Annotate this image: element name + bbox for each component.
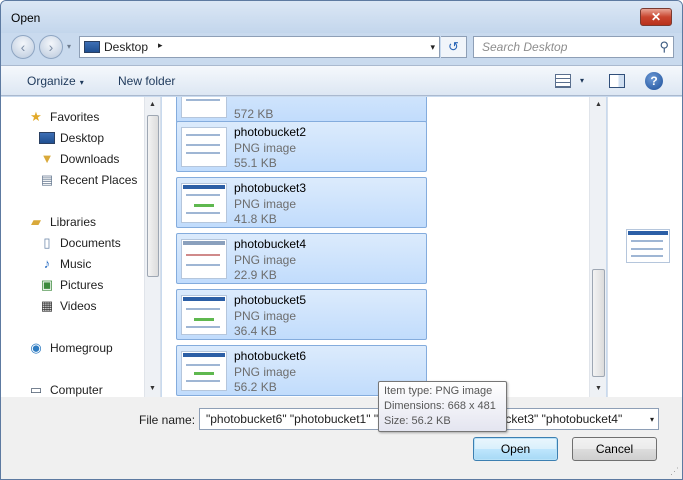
help-icon[interactable]: ? <box>645 72 663 90</box>
computer-icon: ▭ <box>29 382 43 397</box>
file-thumbnail <box>181 351 227 391</box>
search-icon[interactable]: ⚲ <box>659 39 669 55</box>
organize-menu[interactable]: Organize ▾ <box>27 74 84 88</box>
file-item[interactable]: photobucket4 PNG image 22.9 KB <box>176 233 427 284</box>
tooltip-size: Size: 56.2 KB <box>384 415 451 427</box>
cancel-button[interactable]: Cancel <box>572 437 657 461</box>
back-button[interactable]: ‹ <box>11 35 35 59</box>
scroll-down-icon[interactable]: ▼ <box>149 385 156 392</box>
dialog-footer: File name: "photobucket6" "photobucket1"… <box>1 397 682 479</box>
file-item[interactable]: photobucket3 PNG image 41.8 KB <box>176 177 427 228</box>
file-item[interactable]: photobucket2 PNG image 55.1 KB <box>176 121 427 172</box>
preview-pane-icon[interactable] <box>609 74 625 88</box>
new-folder-button[interactable]: New folder <box>118 74 175 88</box>
resize-grip-icon[interactable]: ⋰ <box>670 466 679 477</box>
file-thumbnail <box>181 295 227 335</box>
open-button[interactable]: Open <box>473 437 558 461</box>
views-icon[interactable] <box>555 74 571 88</box>
address-dropdown-icon[interactable]: ▾ <box>430 42 435 53</box>
scroll-down-icon[interactable]: ▼ <box>595 385 602 392</box>
preview-pane <box>607 97 682 397</box>
file-thumbnail <box>181 239 227 279</box>
chevron-down-icon: ▾ <box>79 78 84 87</box>
open-dialog: Open ✕ ‹ › ▾ Desktop ▸ ▾ ↺ Search Deskto… <box>0 0 683 480</box>
pictures-icon: ▣ <box>40 277 54 292</box>
tooltip-item-type: Item type: PNG image <box>384 385 493 397</box>
star-icon: ★ <box>30 109 42 124</box>
file-list: 572 KB photobucket2 PNG image 55.1 KB ph… <box>162 97 592 397</box>
downloads-folder-icon: ▼ <box>40 151 54 166</box>
file-item[interactable]: photobucket5 PNG image 36.4 KB <box>176 289 427 340</box>
preview-image <box>626 229 670 263</box>
address-bar[interactable]: Desktop ▸ ▾ <box>79 36 440 58</box>
title-bar: Open ✕ <box>1 1 682 33</box>
close-button[interactable]: ✕ <box>640 8 672 26</box>
views-dropdown-icon[interactable]: ▾ <box>580 76 584 85</box>
documents-icon: ▯ <box>43 235 51 250</box>
scroll-up-icon[interactable]: ▲ <box>149 101 156 108</box>
search-placeholder: Search Desktop <box>482 40 568 54</box>
nav-scroll-thumb[interactable] <box>147 115 159 277</box>
scroll-up-icon[interactable]: ▲ <box>595 101 602 108</box>
search-input[interactable]: Search Desktop ⚲ <box>473 36 674 58</box>
libraries-icon: ▰ <box>31 214 41 229</box>
forward-button[interactable]: › <box>39 35 63 59</box>
file-name-label: File name: <box>139 413 196 427</box>
tooltip-dimensions: Dimensions: 668 x 481 <box>384 400 496 412</box>
address-location[interactable]: Desktop <box>104 40 148 54</box>
window-title: Open <box>11 11 41 25</box>
desktop-icon <box>84 41 100 53</box>
music-icon: ♪ <box>43 256 51 271</box>
file-thumbnail <box>181 97 227 118</box>
breadcrumb-chevron-icon[interactable]: ▸ <box>158 40 163 51</box>
refresh-button[interactable]: ↺ <box>441 36 467 58</box>
videos-icon: ▦ <box>40 298 54 313</box>
homegroup-icon: ◉ <box>30 340 42 355</box>
file-thumbnail <box>181 127 227 167</box>
file-item[interactable]: 572 KB <box>176 97 427 123</box>
desktop-icon <box>39 132 55 144</box>
file-info-tooltip: Item type: PNG image Dimensions: 668 x 4… <box>378 381 507 432</box>
toolbar: Organize ▾ New folder ▾ ? <box>1 65 682 96</box>
file-name-dropdown-icon[interactable]: ▾ <box>650 415 654 424</box>
file-list-scroll-thumb[interactable] <box>592 269 605 377</box>
navigation-pane: ★ Favorites Desktop ▼ Downloads ▤ Recent… <box>1 97 161 397</box>
recent-pages-button[interactable]: ▾ <box>67 42 71 51</box>
recent-places-icon: ▤ <box>40 172 54 187</box>
file-list-scrollbar[interactable]: ▲ ▼ <box>589 97 606 397</box>
nav-scrollbar[interactable]: ▲ ▼ <box>144 97 160 397</box>
file-thumbnail <box>181 183 227 223</box>
